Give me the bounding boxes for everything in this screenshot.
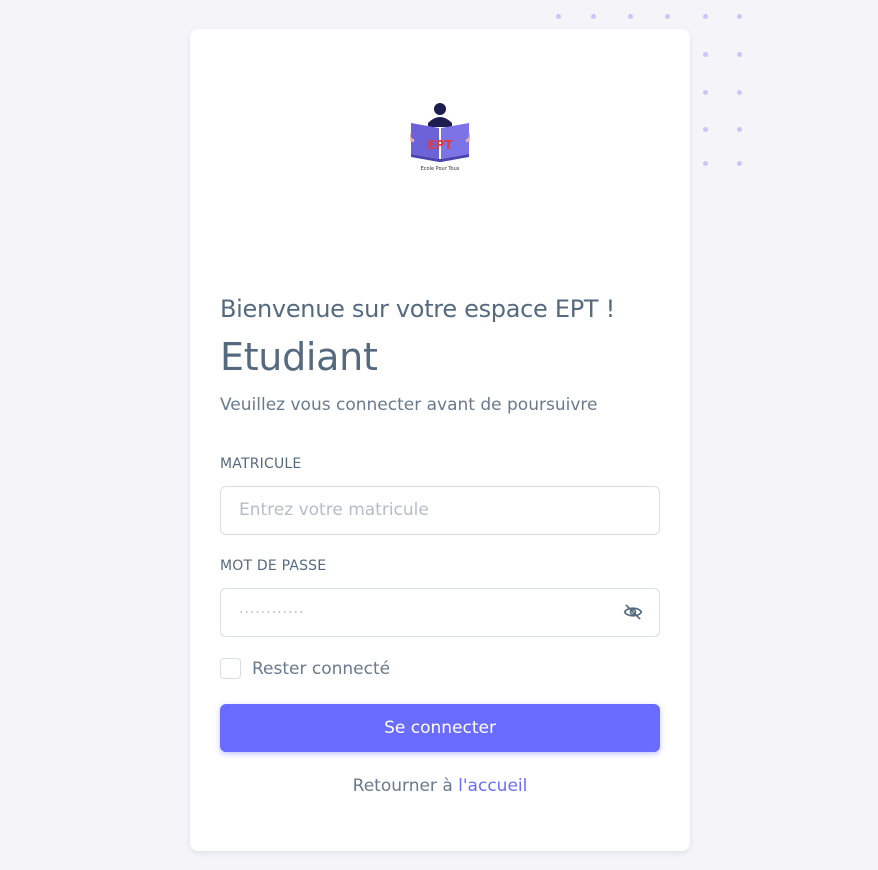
decorative-dot: [703, 90, 708, 95]
decorative-dot: [703, 161, 708, 166]
role-heading: Etudiant: [220, 335, 378, 379]
decorative-dot: [556, 14, 561, 19]
matricule-label: MATRICULE: [220, 456, 302, 472]
decorative-dot: [703, 14, 708, 19]
decorative-dot: [703, 52, 708, 57]
decorative-dot: [628, 14, 633, 19]
decorative-dot: [737, 90, 742, 95]
login-button[interactable]: Se connecter: [220, 704, 660, 752]
back-text: Retourner à: [352, 776, 459, 796]
ept-logo: EPT Ecole Pour Tous: [408, 101, 472, 201]
matricule-input[interactable]: [221, 487, 619, 532]
decorative-dot: [737, 14, 742, 19]
password-label: MOT DE PASSE: [220, 558, 327, 574]
remember-me: Rester connecté: [220, 658, 390, 679]
decorative-dot: [591, 14, 596, 19]
remember-label[interactable]: Rester connecté: [252, 659, 390, 679]
matricule-field-wrapper: [220, 486, 660, 535]
logo-text: EPT: [427, 138, 453, 152]
remember-checkbox[interactable]: [220, 658, 241, 679]
decorative-dot: [703, 127, 708, 132]
eye-off-icon[interactable]: [623, 602, 643, 622]
password-input[interactable]: [221, 589, 619, 634]
login-subtitle: Veuillez vous connecter avant de poursui…: [220, 395, 598, 415]
back-home: Retourner à l'accueil: [190, 776, 690, 796]
logo-tagline: Ecole Pour Tous: [421, 166, 460, 172]
login-card: EPT Ecole Pour Tous Bienvenue sur votre …: [190, 29, 690, 851]
login-page: EPT Ecole Pour Tous Bienvenue sur votre …: [0, 0, 878, 870]
decorative-dot: [737, 52, 742, 57]
decorative-dot: [737, 127, 742, 132]
home-link[interactable]: l'accueil: [458, 776, 527, 796]
decorative-dot: [665, 14, 670, 19]
password-field-wrapper: [220, 588, 660, 637]
welcome-heading: Bienvenue sur votre espace EPT !: [220, 295, 615, 323]
decorative-dot: [737, 161, 742, 166]
